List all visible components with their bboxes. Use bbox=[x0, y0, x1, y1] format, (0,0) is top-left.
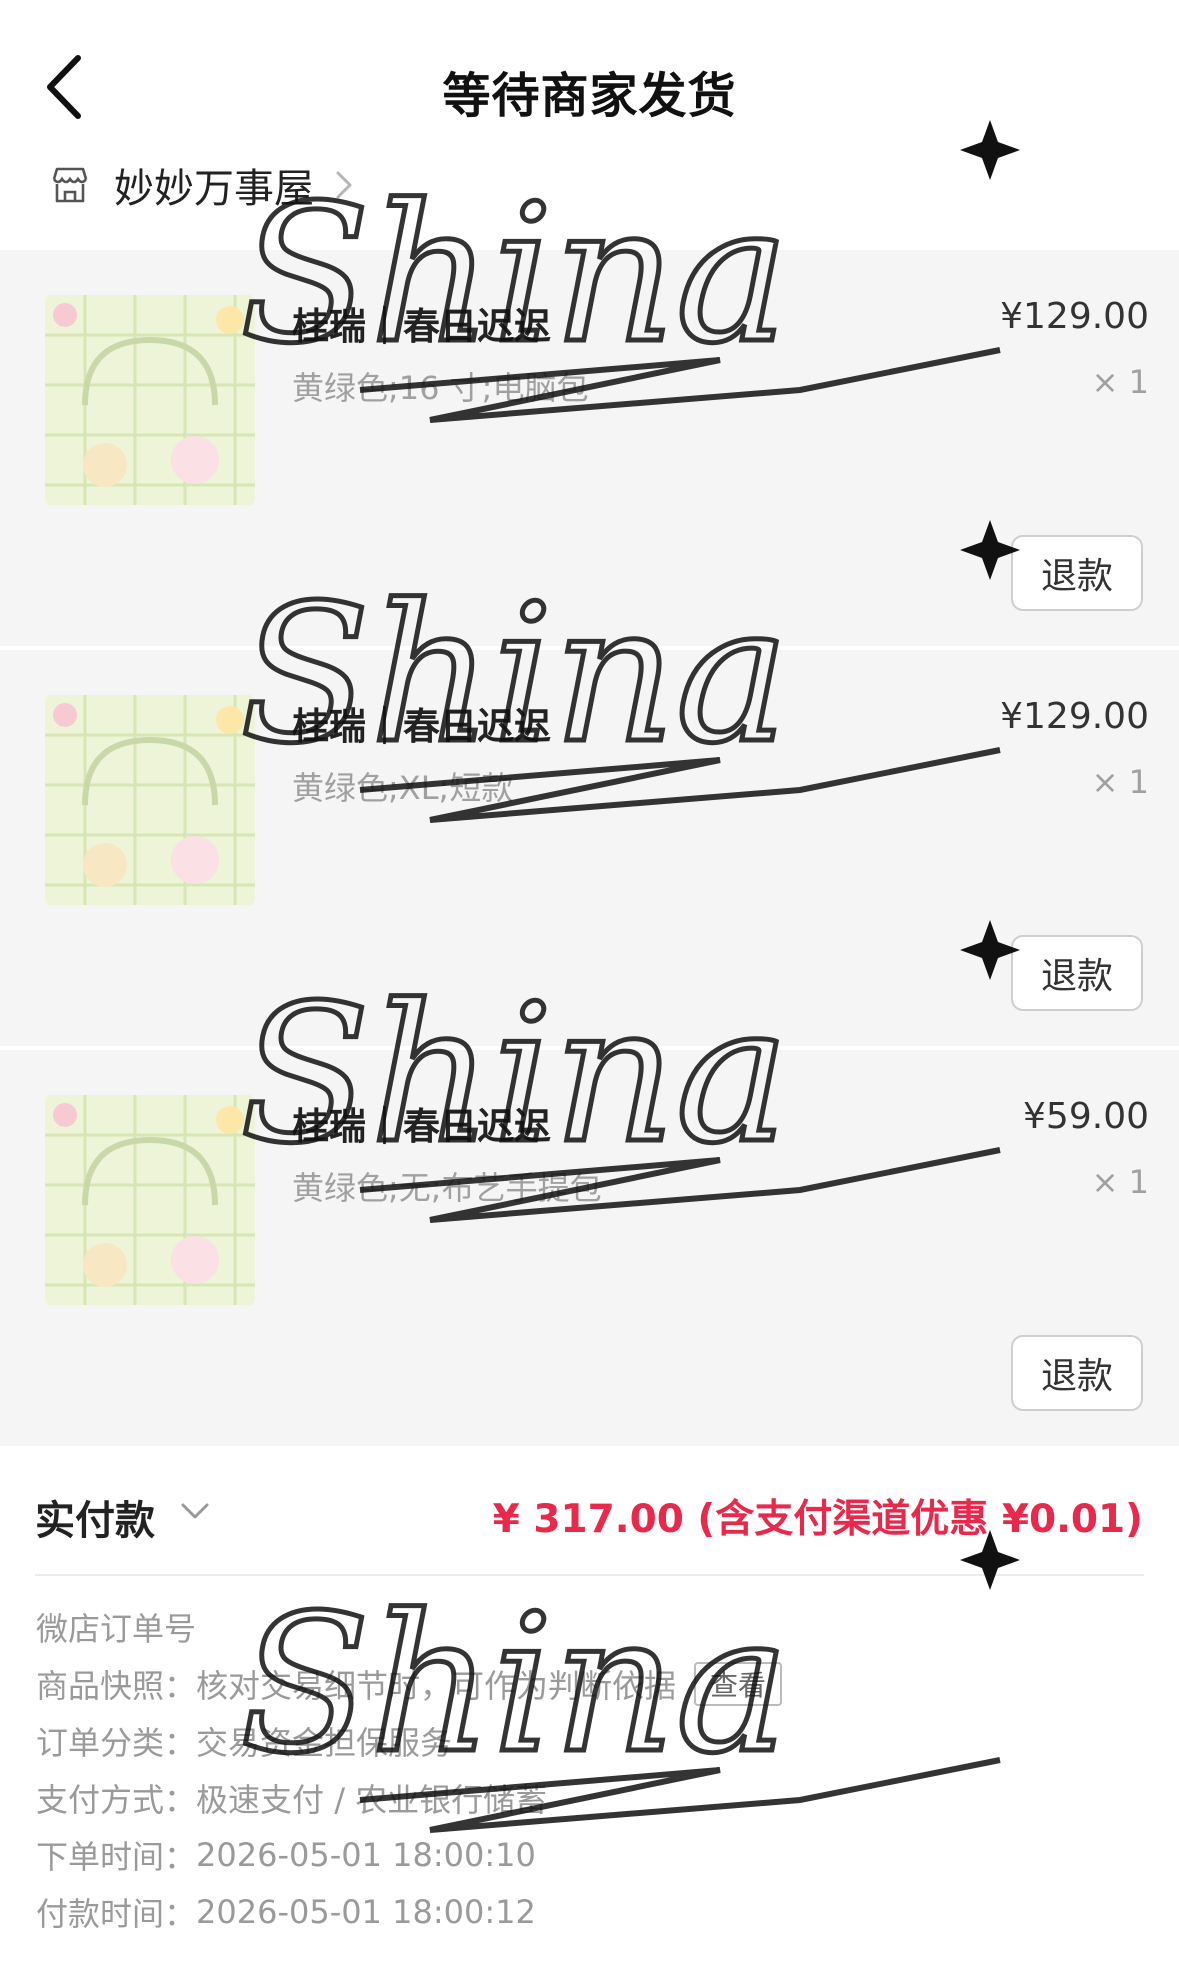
order-number-row: 微店订单号 bbox=[36, 1598, 1146, 1655]
item-name[interactable]: 桂瑞｜春日迟迟 bbox=[292, 1096, 551, 1150]
item-spec: 黄绿色;XL;短款 bbox=[292, 769, 514, 807]
page-title: 等待商家发货 bbox=[442, 68, 737, 124]
snapshot-label: 商品快照： bbox=[36, 1666, 197, 1705]
snapshot-row: 商品快照： 核对交易细节时，可作为判断依据 查看 bbox=[36, 1655, 1146, 1712]
nav-bar: 等待商家发货 bbox=[0, 0, 1179, 170]
item-name[interactable]: 桂瑞｜春日迟迟 bbox=[292, 296, 551, 350]
item-quantity: × 1 bbox=[1091, 763, 1149, 801]
order-info: 微店订单号 商品快照： 核对交易细节时，可作为判断依据 查看 订单分类： 交易资… bbox=[36, 1598, 1146, 1940]
category-value: 交易资金担保服务 bbox=[196, 1723, 453, 1762]
category-label: 订单分类： bbox=[36, 1723, 197, 1762]
view-snapshot-button[interactable]: 查看 bbox=[694, 1661, 783, 1706]
item-spec: 黄绿色;无;布艺手提包 bbox=[292, 1169, 602, 1207]
payment-label: 实付款 bbox=[35, 1498, 155, 1544]
order-item[interactable]: 桂瑞｜春日迟迟 黄绿色;16 寸;电脑包 ¥129.00 × 1 退款 bbox=[0, 250, 1179, 646]
item-price: ¥129.00 bbox=[1000, 696, 1149, 737]
refund-button[interactable]: 退款 bbox=[1011, 1335, 1143, 1411]
shop-name: 妙妙万事屋 bbox=[114, 166, 314, 212]
payment-method-row: 支付方式： 极速支付 / 农业银行储蓄 bbox=[36, 1769, 1146, 1826]
item-spec: 黄绿色;16 寸;电脑包 bbox=[292, 369, 589, 407]
product-thumbnail[interactable] bbox=[45, 295, 255, 505]
item-quantity: × 1 bbox=[1091, 363, 1149, 401]
product-thumbnail[interactable] bbox=[45, 695, 255, 905]
order-time-label: 下单时间： bbox=[36, 1837, 197, 1876]
pay-time-label: 付款时间： bbox=[36, 1894, 197, 1933]
chevron-down-icon[interactable] bbox=[180, 1500, 210, 1522]
pay-time-value: 2026-05-01 18:00:12 bbox=[196, 1892, 536, 1931]
shop-link[interactable]: 妙妙万事屋 bbox=[48, 155, 356, 215]
order-number-label: 微店订单号 bbox=[36, 1609, 197, 1648]
item-price: ¥129.00 bbox=[1000, 296, 1149, 337]
order-time-value: 2026-05-01 18:00:10 bbox=[196, 1835, 536, 1874]
pay-time-row: 付款时间： 2026-05-01 18:00:12 bbox=[36, 1883, 1146, 1940]
item-quantity: × 1 bbox=[1091, 1163, 1149, 1201]
product-thumbnail[interactable] bbox=[45, 1095, 255, 1305]
refund-button[interactable]: 退款 bbox=[1011, 935, 1143, 1011]
store-icon bbox=[52, 167, 88, 203]
payment-summary[interactable]: 实付款 ¥ 317.00 (含支付渠道优惠 ¥0.01) bbox=[0, 1448, 1179, 1578]
divider bbox=[35, 1574, 1144, 1576]
chevron-right-icon bbox=[336, 171, 352, 199]
payment-amount: ¥ 317.00 (含支付渠道优惠 ¥0.01) bbox=[492, 1497, 1143, 1542]
payment-method-label: 支付方式： bbox=[36, 1780, 197, 1819]
item-price: ¥59.00 bbox=[1023, 1096, 1149, 1137]
refund-button[interactable]: 退款 bbox=[1011, 535, 1143, 611]
order-item[interactable]: 桂瑞｜春日迟迟 黄绿色;无;布艺手提包 ¥59.00 × 1 退款 bbox=[0, 1050, 1179, 1446]
snapshot-value: 核对交易细节时，可作为判断依据 bbox=[196, 1666, 677, 1705]
order-item[interactable]: 桂瑞｜春日迟迟 黄绿色;XL;短款 ¥129.00 × 1 退款 bbox=[0, 650, 1179, 1046]
order-time-row: 下单时间： 2026-05-01 18:00:10 bbox=[36, 1826, 1146, 1883]
item-name[interactable]: 桂瑞｜春日迟迟 bbox=[292, 696, 551, 750]
category-row: 订单分类： 交易资金担保服务 bbox=[36, 1712, 1146, 1769]
payment-method-value: 极速支付 / 农业银行储蓄 bbox=[196, 1780, 548, 1819]
